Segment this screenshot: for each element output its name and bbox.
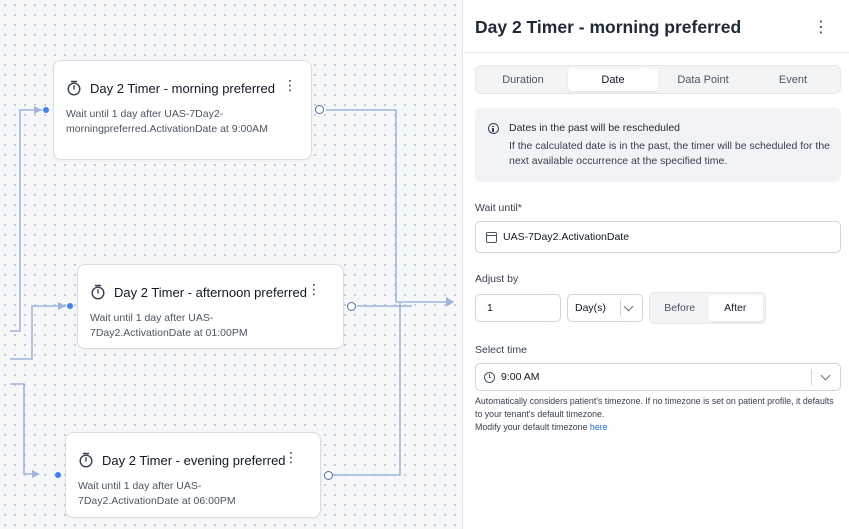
panel-divider bbox=[463, 52, 849, 53]
after-button[interactable]: After bbox=[707, 295, 763, 321]
select-time-value: 9:00 AM bbox=[501, 371, 540, 383]
node-output-port[interactable] bbox=[315, 105, 324, 114]
modify-timezone-line: Modify your default timezone here bbox=[475, 421, 843, 434]
node-header: Day 2 Timer - afternoon preferred bbox=[90, 283, 331, 301]
modify-timezone-text: Modify your default timezone bbox=[475, 422, 588, 432]
adjust-unit-value: Day(s) bbox=[575, 302, 606, 314]
node-menu-icon[interactable]: ⋮ bbox=[283, 78, 297, 92]
clock-icon bbox=[484, 371, 495, 383]
select-time-label: Select time bbox=[475, 344, 527, 356]
node-description: Wait until 1 day after UAS-7Day2.Activat… bbox=[78, 480, 236, 507]
required-mark: * bbox=[517, 202, 522, 214]
notice-body: If the calculated date is in the past, t… bbox=[509, 140, 831, 167]
node-title: Day 2 Timer - evening preferred bbox=[102, 452, 286, 468]
timer-settings-panel: Day 2 Timer - morning preferred ⋮ Durati… bbox=[462, 0, 849, 529]
divider bbox=[811, 369, 812, 385]
wait-until-label: Wait until* bbox=[475, 202, 522, 214]
flow-canvas[interactable]: Day 2 Timer - morning preferred ⋮ Wait u… bbox=[0, 0, 462, 529]
node-description: Wait until 1 day after UAS-7Day2.Activat… bbox=[90, 312, 248, 339]
node-input-port[interactable] bbox=[43, 107, 49, 113]
panel-title: Day 2 Timer - morning preferred bbox=[475, 17, 742, 37]
node-output-port[interactable] bbox=[347, 302, 356, 311]
timer-icon bbox=[67, 80, 81, 96]
tab-duration[interactable]: Duration bbox=[478, 68, 568, 91]
chevron-down-icon bbox=[623, 301, 634, 312]
node-output-port[interactable] bbox=[324, 471, 333, 480]
wait-until-field[interactable]: UAS-7Day2.ActivationDate bbox=[475, 221, 841, 253]
before-after-toggle: Before After bbox=[649, 292, 766, 324]
timezone-help-text: Automatically considers patient's timezo… bbox=[475, 396, 834, 419]
node-menu-icon[interactable]: ⋮ bbox=[284, 450, 298, 464]
node-menu-icon[interactable]: ⋮ bbox=[307, 282, 321, 296]
timer-node-evening[interactable]: Day 2 Timer - evening preferred ⋮ Wait u… bbox=[65, 432, 321, 518]
wait-until-label-text: Wait until bbox=[475, 202, 518, 214]
adjust-amount-input[interactable]: 1 bbox=[475, 294, 561, 322]
divider bbox=[620, 300, 621, 316]
timer-node-morning[interactable]: Day 2 Timer - morning preferred ⋮ Wait u… bbox=[53, 60, 312, 160]
node-header: Day 2 Timer - evening preferred bbox=[78, 451, 308, 469]
adjust-amount-value: 1 bbox=[487, 302, 493, 314]
select-time-field[interactable]: 9:00 AM bbox=[475, 363, 841, 391]
notice-title: Dates in the past will be rescheduled bbox=[509, 122, 681, 134]
tab-date[interactable]: Date bbox=[568, 68, 658, 91]
timezone-settings-link[interactable]: here bbox=[590, 422, 608, 432]
node-title: Day 2 Timer - afternoon preferred bbox=[114, 284, 307, 300]
wait-until-value: UAS-7Day2.ActivationDate bbox=[503, 231, 630, 243]
before-button[interactable]: Before bbox=[652, 295, 708, 321]
adjust-unit-select[interactable]: Day(s) bbox=[567, 294, 643, 322]
node-description: Wait until 1 day after UAS-7Day2-morning… bbox=[66, 108, 268, 135]
timer-icon bbox=[91, 284, 105, 300]
timer-icon bbox=[79, 452, 93, 468]
tab-data-point[interactable]: Data Point bbox=[658, 68, 748, 91]
timer-type-tabs: Duration Date Data Point Event bbox=[475, 65, 841, 94]
tab-event[interactable]: Event bbox=[748, 68, 838, 91]
calendar-icon bbox=[486, 231, 497, 243]
node-header: Day 2 Timer - morning preferred bbox=[66, 79, 299, 97]
node-input-port[interactable] bbox=[67, 303, 73, 309]
node-title: Day 2 Timer - morning preferred bbox=[90, 80, 275, 96]
info-icon bbox=[488, 123, 499, 134]
reschedule-notice: Dates in the past will be rescheduled If… bbox=[475, 108, 841, 182]
panel-menu-icon[interactable]: ⋮ bbox=[813, 17, 829, 37]
timer-node-afternoon[interactable]: Day 2 Timer - afternoon preferred ⋮ Wait… bbox=[77, 264, 344, 349]
node-input-port[interactable] bbox=[55, 472, 61, 478]
adjust-by-label: Adjust by bbox=[475, 273, 519, 285]
chevron-down-icon bbox=[820, 370, 831, 381]
